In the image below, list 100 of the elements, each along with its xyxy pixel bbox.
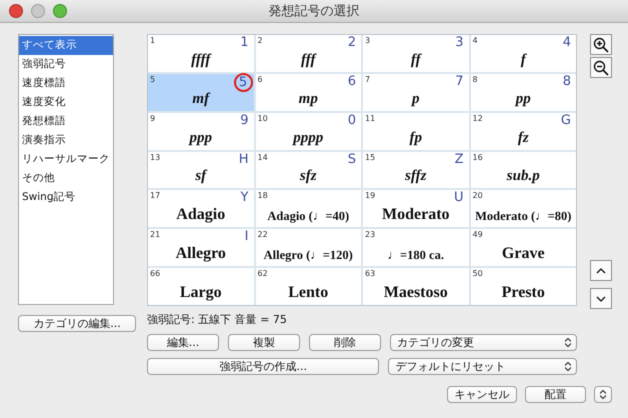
create-mark-button[interactable]: 強弱記号の作成... <box>147 358 380 375</box>
mark-cell[interactable]: 16 sub.p <box>470 152 576 188</box>
category-item[interactable]: その他 <box>19 169 113 188</box>
mark-number: 19 <box>365 191 376 200</box>
mark-cell[interactable]: 18 Adagio (♩=40) <box>256 190 361 228</box>
mark-number: 66 <box>150 269 160 278</box>
shortcut-key: 7 <box>454 74 464 89</box>
mark-label: pp <box>516 90 531 108</box>
mark-cell[interactable]: 10 0 pppp <box>256 112 361 150</box>
mark-number: 7 <box>365 74 370 84</box>
mark-number: 63 <box>365 269 376 278</box>
mark-number: 12 <box>472 114 483 123</box>
mark-label: Adagio (♩=40) <box>267 209 350 224</box>
mark-cell[interactable]: 3 3 ff <box>363 35 468 72</box>
mark-cell[interactable]: 6 6 mp <box>256 74 361 111</box>
mark-cell[interactable]: 5 5 mf <box>148 74 254 111</box>
shortcut-key: 9 <box>239 112 250 128</box>
edit-button[interactable]: 編集... <box>147 334 219 351</box>
shortcut-key: Z <box>454 152 464 167</box>
zoom-button[interactable] <box>53 4 67 18</box>
mark-number: 9 <box>150 114 156 123</box>
mark-cell[interactable]: 66 Largo <box>148 268 254 305</box>
zoom-out-icon <box>593 60 609 76</box>
mark-cell[interactable]: 2 2 fff <box>256 35 361 72</box>
mark-number: 62 <box>258 269 268 278</box>
mark-cell[interactable]: 20 Moderato (♩=80) <box>470 190 576 228</box>
mark-number: 2 <box>258 36 263 45</box>
mark-cell[interactable]: 14 S sfz <box>256 152 361 188</box>
mark-cell[interactable]: 13 H sf <box>148 152 254 188</box>
mark-number: 49 <box>472 230 483 240</box>
shortcut-key: 1 <box>239 35 250 50</box>
mark-number: 18 <box>258 191 268 200</box>
duplicate-button[interactable]: 複製 <box>228 334 300 351</box>
zoom-in-button[interactable] <box>590 34 612 55</box>
shortcut-key: 0 <box>346 112 357 128</box>
mark-label: Largo <box>180 284 222 302</box>
category-item[interactable]: Swing記号 <box>19 188 113 207</box>
shortcut-key: 6 <box>346 74 357 89</box>
mark-number: 4 <box>472 36 478 45</box>
mark-label: ppp <box>190 130 212 147</box>
shortcut-key: 8 <box>562 74 572 89</box>
mark-cell[interactable]: 8 8 pp <box>470 74 576 111</box>
mark-label: pppp <box>293 130 324 147</box>
mark-number: 11 <box>365 114 376 123</box>
status-text: 強弱記号: 五線下 音量 = 75 <box>147 312 288 327</box>
mark-number: 15 <box>365 152 376 162</box>
mark-cell[interactable]: 12 G fz <box>470 112 576 150</box>
mark-label: sub.p <box>506 168 540 186</box>
mark-cell[interactable]: 19 U Moderato <box>363 190 468 228</box>
category-item[interactable]: 速度変化 <box>19 93 113 112</box>
delete-button[interactable]: 削除 <box>309 334 381 351</box>
mark-number: 22 <box>258 230 268 240</box>
mark-label: Moderato <box>382 206 450 224</box>
mark-cell[interactable]: 50 Presto <box>470 268 576 305</box>
scroll-down-button[interactable] <box>590 288 612 309</box>
mark-label: Allegro <box>176 245 226 264</box>
mark-label: mf <box>192 90 210 108</box>
mark-cell[interactable]: 17 Y Adagio <box>148 190 254 228</box>
mark-cell[interactable]: 21 I Allegro <box>148 229 254 266</box>
options-stepper[interactable] <box>594 386 612 403</box>
shortcut-key: H <box>238 152 250 167</box>
chevron-up-icon <box>596 268 606 274</box>
category-item[interactable]: 強弱記号 <box>19 55 113 74</box>
edit-categories-button[interactable]: カテゴリの編集... <box>18 315 136 332</box>
mark-cell[interactable]: 11 fp <box>363 112 468 150</box>
category-item[interactable]: 演奏指示 <box>19 131 113 150</box>
category-item[interactable]: 発想標語 <box>19 112 113 131</box>
shortcut-key: S <box>346 152 357 167</box>
category-item[interactable]: 速度標語 <box>19 74 113 93</box>
category-dropdown[interactable]: カテゴリの変更 <box>390 334 578 351</box>
place-button[interactable]: 配置 <box>525 386 586 403</box>
mark-cell[interactable]: 23 ♩=180 ca. <box>363 229 468 266</box>
mark-label: sfz <box>300 168 317 186</box>
mark-cell[interactable]: 9 9 ppp <box>148 112 254 150</box>
zoom-out-button[interactable] <box>590 57 612 78</box>
mark-number: 10 <box>258 114 268 123</box>
close-button[interactable] <box>9 4 23 18</box>
reset-dropdown[interactable]: デフォルトにリセット <box>388 358 577 375</box>
mark-label: Maestoso <box>384 284 448 302</box>
mark-cell[interactable]: 49 Grave <box>470 229 576 266</box>
mark-cell[interactable]: 1 1 ffff <box>148 35 254 72</box>
mark-cell[interactable]: 63 Maestoso <box>363 268 468 305</box>
category-item[interactable]: すべて表示 <box>19 36 113 55</box>
mark-number: 23 <box>365 230 376 240</box>
stepper-arrows-icon <box>600 390 606 399</box>
mark-label: ff <box>410 52 421 69</box>
category-item[interactable]: リハーサルマーク <box>19 150 113 169</box>
mark-cell[interactable]: 62 Lento <box>256 268 361 305</box>
mark-number: 13 <box>150 152 160 162</box>
shortcut-key: 5 <box>234 72 252 92</box>
cancel-button[interactable]: キャンセル <box>447 386 517 403</box>
stepper-arrows-icon <box>565 338 572 347</box>
mark-cell[interactable]: 22 Allegro (♩=120) <box>256 229 361 266</box>
mark-label: fp <box>410 130 422 147</box>
mark-label: sffz <box>405 168 426 186</box>
mark-cell[interactable]: 7 7 p <box>363 74 468 111</box>
mark-cell[interactable]: 4 4 f <box>470 35 576 72</box>
shortcut-key: 2 <box>346 35 357 50</box>
scroll-up-button[interactable] <box>590 260 612 281</box>
mark-cell[interactable]: 15 Z sffz <box>363 152 468 188</box>
